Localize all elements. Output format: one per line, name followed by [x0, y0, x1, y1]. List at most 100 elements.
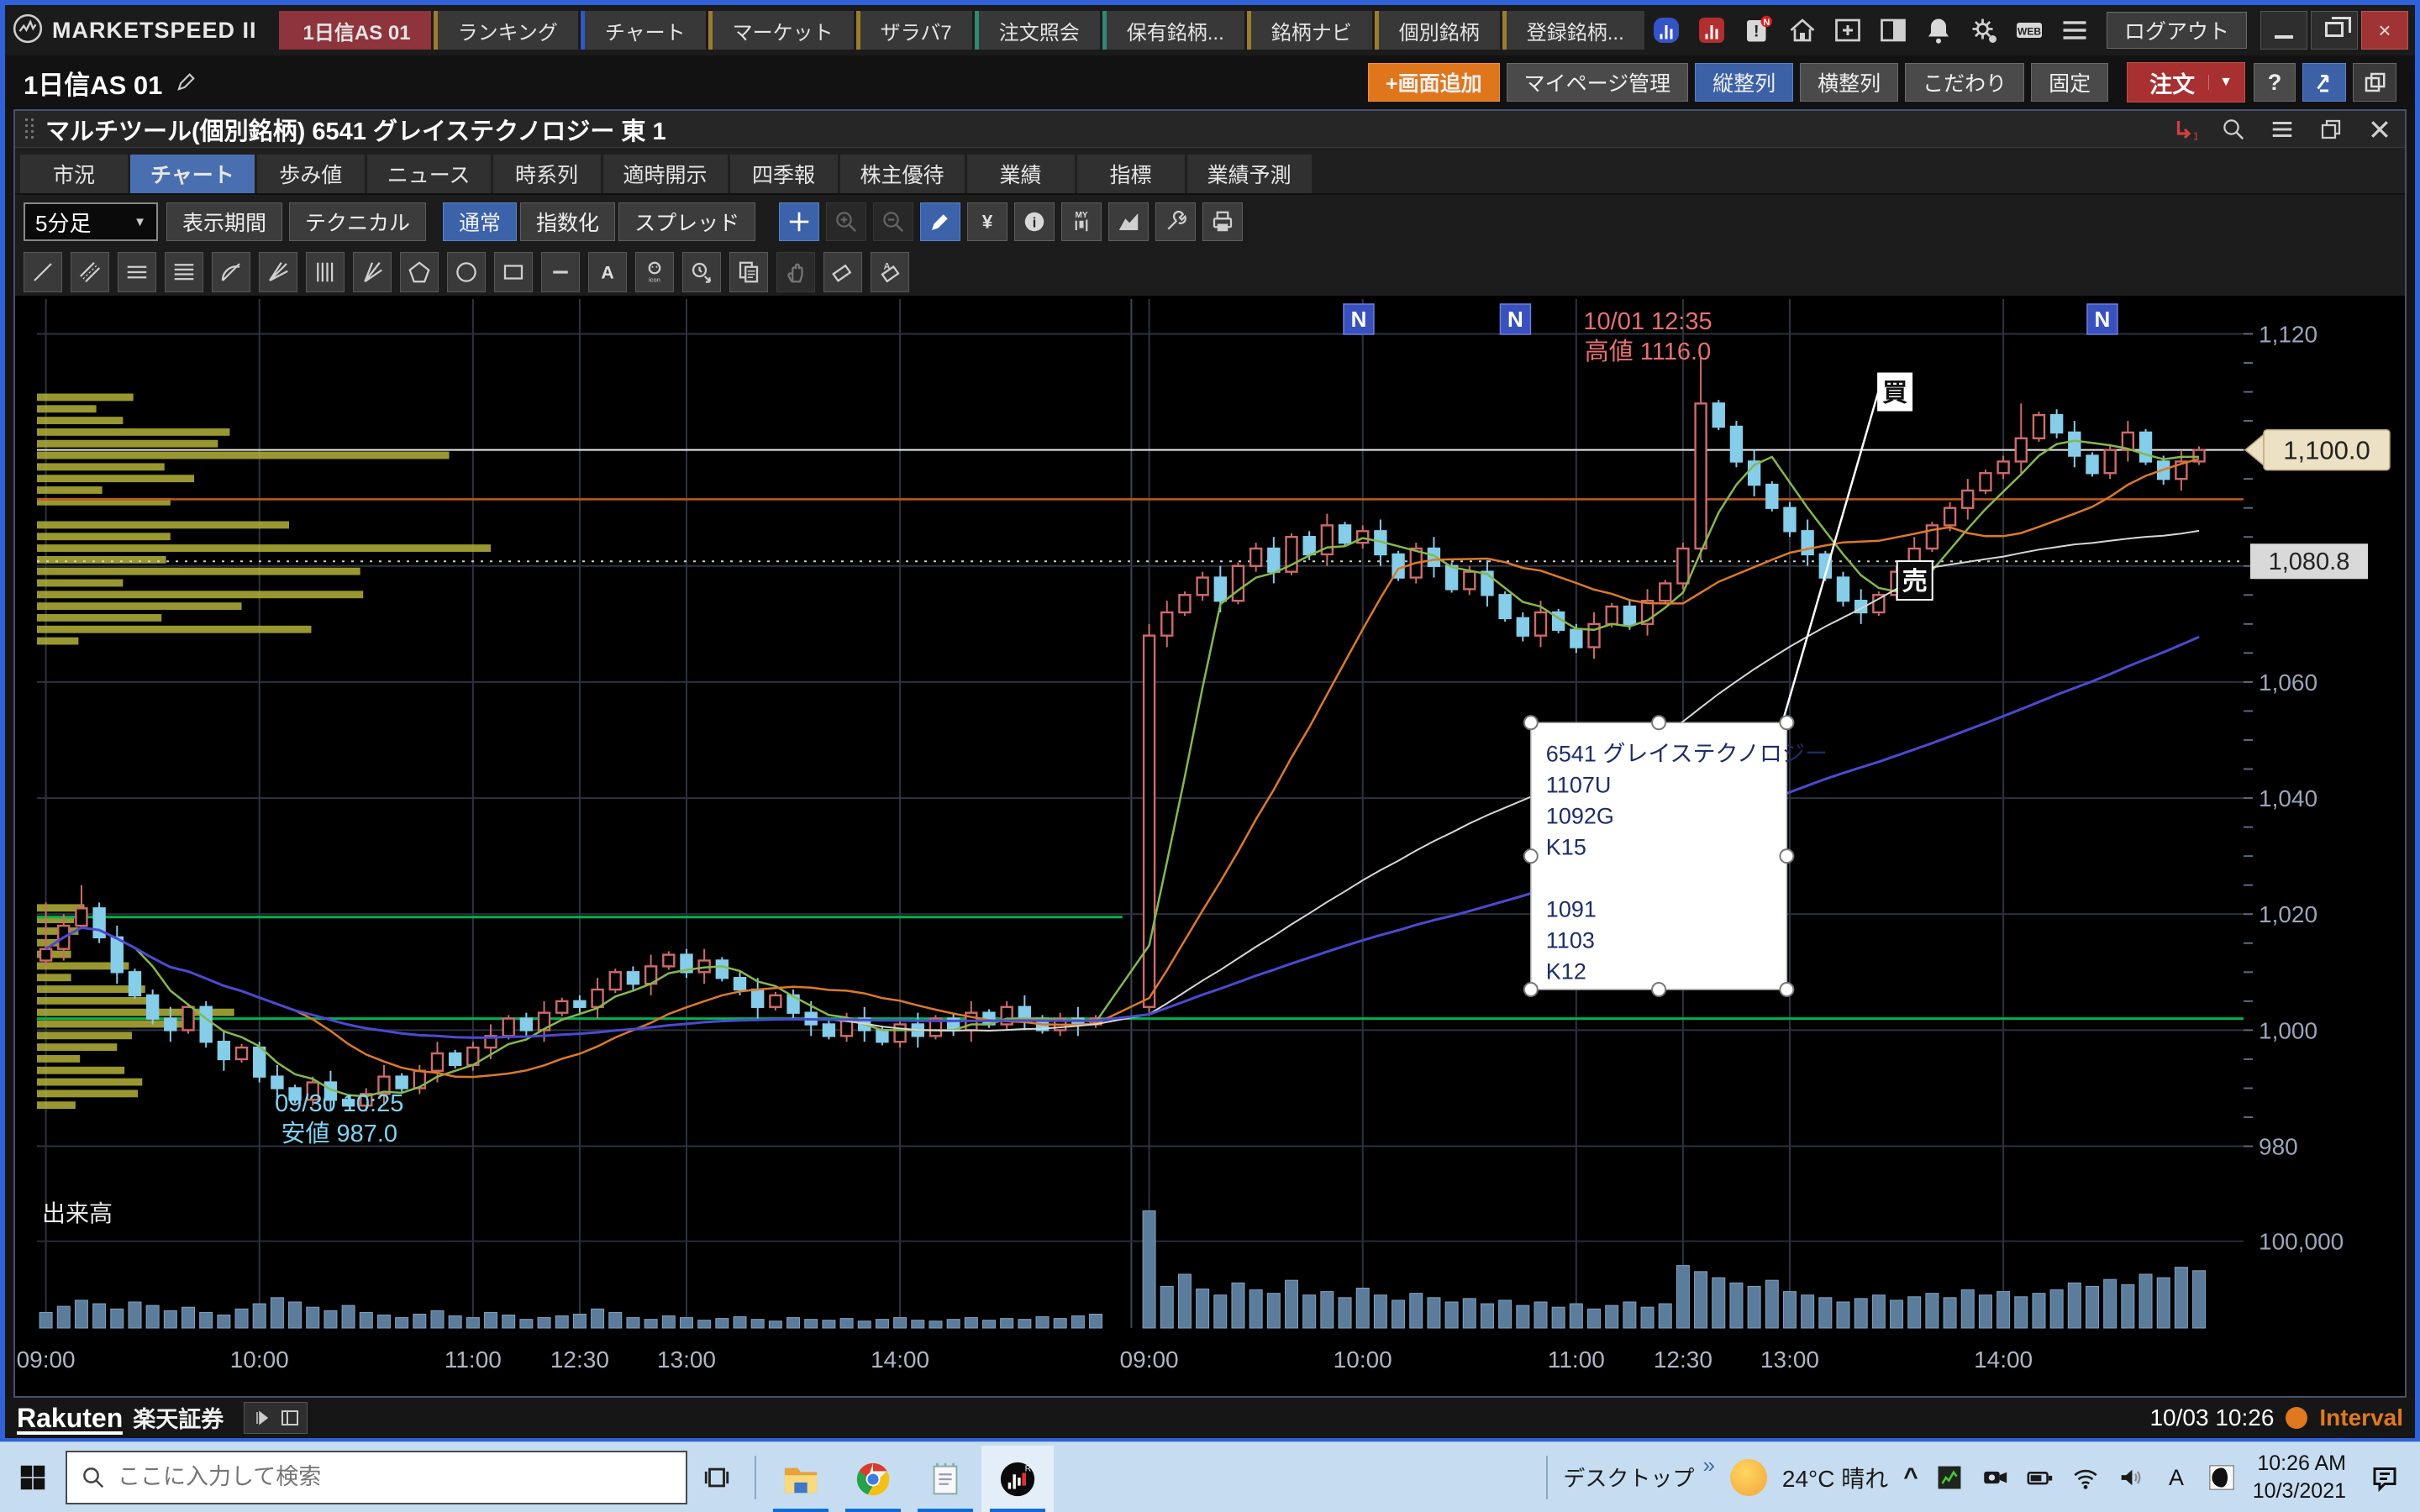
window-tab-3[interactable]: ニュース [367, 155, 491, 193]
draw-pencil-button[interactable] [920, 202, 960, 241]
window-tab-10[interactable]: 業績予測 [1187, 155, 1312, 193]
top-tab-5[interactable]: 注文照会 [975, 11, 1100, 50]
duplicate-tool-button[interactable] [729, 252, 768, 292]
action-center-button[interactable] [2361, 1442, 2408, 1512]
edit-pencil-icon[interactable] [174, 71, 197, 94]
window-tab-2[interactable]: 歩み値 [257, 155, 365, 193]
menu-button[interactable] [2058, 13, 2091, 47]
area-chart-button[interactable] [1108, 202, 1149, 241]
expand-play-icon[interactable] [251, 1408, 271, 1428]
tray-camera[interactable] [1979, 1462, 2011, 1494]
tray-tray-chart[interactable] [1933, 1462, 1965, 1494]
zoom-in-button[interactable] [826, 202, 866, 241]
trendline-tool-button[interactable] [24, 252, 62, 292]
pentagon-tool-button[interactable] [400, 252, 439, 292]
window-tab-5[interactable]: 適時開示 [603, 155, 728, 193]
top-tab-1[interactable]: ランキング [434, 11, 578, 50]
popout-window-button[interactable] [2353, 63, 2396, 102]
window-search-button[interactable] [2217, 114, 2250, 144]
top-tab-4[interactable]: ザラバ7 [856, 11, 972, 50]
taskbar-app-marketspeed[interactable]: R [981, 1446, 1054, 1512]
window-tab-6[interactable]: 四季報 [730, 155, 838, 193]
window-link-1-button[interactable]: 1 [2168, 114, 2202, 144]
hand-select-tool-button[interactable] [776, 252, 815, 292]
fan-lines-tool-button[interactable] [259, 252, 297, 292]
page-button-0[interactable]: +画面追加 [1368, 63, 1500, 102]
window-tab-7[interactable]: 株主優待 [840, 155, 965, 193]
top-tab-9[interactable]: 登録銘柄... [1502, 11, 1644, 50]
page-button-4[interactable]: こだわり [1905, 63, 2024, 102]
restore-button[interactable] [2311, 11, 2358, 50]
text-label-tool-button[interactable]: A [588, 252, 627, 292]
bell-button[interactable] [1922, 13, 1955, 47]
window-restore-button[interactable] [2314, 114, 2348, 144]
start-button[interactable] [0, 1442, 66, 1512]
tray-ime-ball[interactable] [2206, 1462, 2238, 1494]
window-tab-9[interactable]: 指標 [1077, 155, 1185, 193]
chart-area[interactable]: 09:0010:0011:0012:3013:0014:0009:0010:00… [15, 296, 2405, 1396]
window-tab-1[interactable]: チャート [130, 155, 255, 193]
top-tab-6[interactable]: 保有銘柄... [1102, 11, 1244, 50]
info-button[interactable]: i [1014, 202, 1055, 241]
search-input[interactable] [118, 1464, 672, 1490]
add-window-button[interactable] [1831, 13, 1865, 47]
desktop-switcher[interactable]: デスクトップ » [1563, 1462, 1714, 1493]
crosshair-button[interactable] [779, 202, 819, 241]
my-chart-button[interactable]: MY [1061, 202, 1102, 241]
mode-button-0[interactable]: 通常 [443, 202, 517, 241]
gann-lines-tool-button[interactable] [353, 252, 392, 292]
window-tab-0[interactable]: 市況 [20, 155, 128, 193]
show-hidden-icons-button[interactable]: ^ [1903, 1463, 1918, 1492]
multitool-title-bar[interactable]: マルチツール(個別銘柄) 6541 グレイステクノロジー 東 1 1 [15, 111, 2405, 148]
taskbar-app-notepad[interactable] [909, 1446, 981, 1512]
rectangle-tool-button[interactable] [494, 252, 533, 292]
window-tab-4[interactable]: 時系列 [493, 155, 601, 193]
price-chart[interactable]: 09:0010:0011:0012:3013:0014:0009:0010:00… [17, 299, 2403, 1391]
window-menu-button[interactable] [2265, 114, 2299, 144]
split-panel-button[interactable] [1876, 13, 1910, 47]
window-close-button[interactable] [2363, 114, 2396, 144]
top-tab-8[interactable]: 個別銘柄 [1375, 11, 1500, 50]
toolbar-button-0[interactable]: 表示期間 [166, 202, 282, 241]
chart-panel-blue-button[interactable] [1649, 13, 1683, 47]
zoom-out-button[interactable] [873, 202, 913, 241]
tray-volume[interactable] [2115, 1462, 2147, 1494]
layout-panel-icon[interactable] [280, 1408, 300, 1428]
mode-button-1[interactable]: 指数化 [520, 202, 615, 241]
drag-grip-icon[interactable] [24, 117, 35, 142]
page-button-1[interactable]: マイページ管理 [1507, 63, 1689, 102]
taskbar-app-explorer[interactable] [765, 1446, 837, 1512]
parallel-lines-tool-button[interactable] [71, 252, 109, 292]
chart-panel-red-button[interactable] [1695, 13, 1728, 47]
interval-select[interactable]: 5分足 ▼ [24, 202, 158, 241]
wrench-button[interactable] [1155, 202, 1196, 241]
horizontal-lines-tool-button[interactable] [165, 252, 203, 292]
task-view-button[interactable] [687, 1442, 746, 1512]
taskbar-app-chrome[interactable] [837, 1446, 909, 1512]
settings-gear-button[interactable] [1967, 13, 2001, 47]
eraser-tool-button[interactable] [823, 252, 862, 292]
time-cycle-tool-button[interactable] [682, 252, 721, 292]
horizontal-line-tool-button[interactable] [118, 252, 156, 292]
logout-button[interactable]: ログアウト [2107, 12, 2247, 49]
top-tab-3[interactable]: マーケット [708, 11, 854, 50]
jump-link-button[interactable] [2302, 63, 2346, 102]
yen-button[interactable]: ¥ [967, 202, 1007, 241]
window-tab-8[interactable]: 業績 [967, 155, 1075, 193]
tray-wifi[interactable] [2070, 1462, 2102, 1494]
order-button[interactable]: 注文 ▼ [2127, 62, 2245, 102]
horizontal-segment-tool-button[interactable] [541, 252, 580, 292]
tray-ime-a[interactable]: A [2160, 1462, 2192, 1494]
eraser-all-tool-button[interactable]: A [871, 252, 909, 292]
weather-sun-icon[interactable] [1730, 1459, 1767, 1496]
top-tab-0[interactable]: 1日信AS 01 [279, 11, 431, 50]
home-button[interactable] [1786, 13, 1819, 47]
page-button-5[interactable]: 固定 [2031, 63, 2108, 102]
page-button-3[interactable]: 横整列 [1800, 63, 1898, 102]
alert-news-button[interactable]: !N [1740, 13, 1774, 47]
taskbar-search[interactable] [66, 1451, 687, 1504]
minimize-button[interactable] [2260, 11, 2307, 50]
top-tab-7[interactable]: 銘柄ナビ [1247, 11, 1372, 50]
print-button[interactable] [1202, 202, 1243, 241]
fibonacci-arc-tool-button[interactable] [212, 252, 250, 292]
